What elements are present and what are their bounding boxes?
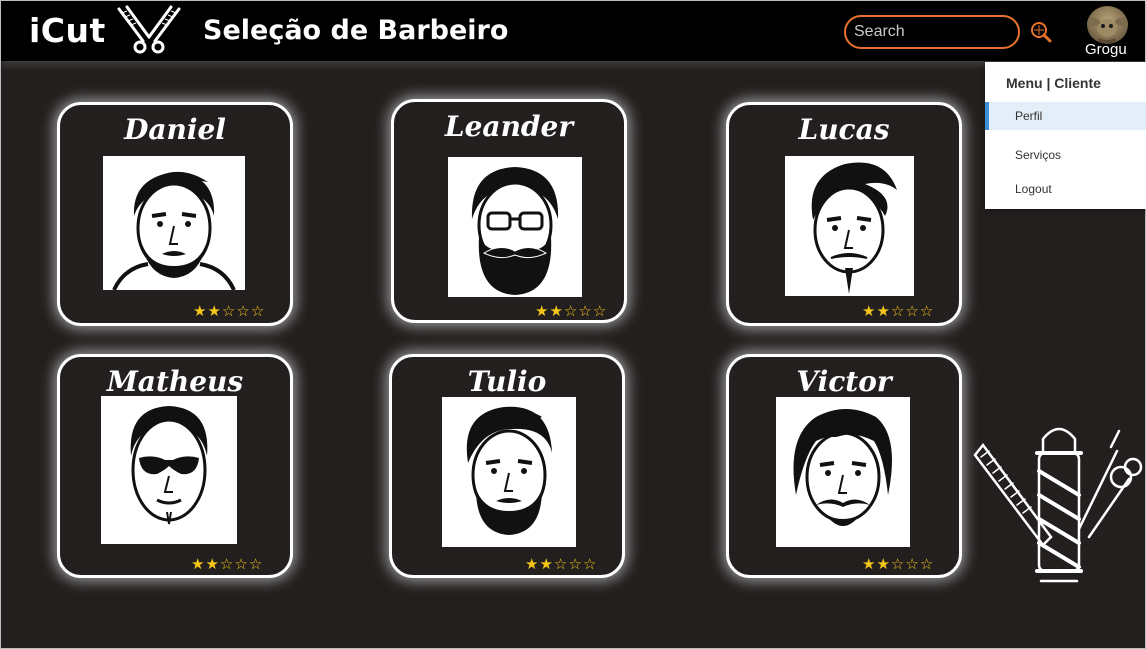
star-empty-icon: ☆ bbox=[248, 555, 264, 573]
star-filled-icon: ★ bbox=[191, 555, 206, 573]
star-empty-icon: ☆ bbox=[919, 555, 935, 573]
menu-item-servicos[interactable]: Serviços bbox=[985, 141, 1146, 169]
barber-name: Lucas bbox=[798, 113, 890, 146]
star-empty-icon: ☆ bbox=[919, 302, 935, 320]
star-empty-icon: ☆ bbox=[905, 302, 920, 320]
barber-name: Leander bbox=[444, 110, 574, 143]
rating-stars: ★★☆☆☆ bbox=[525, 555, 597, 573]
star-filled-icon: ★ bbox=[525, 555, 540, 573]
barber-card-lucas[interactable]: Lucas ★★☆☆☆ bbox=[726, 102, 962, 326]
barber-name: Matheus bbox=[106, 365, 244, 398]
rating-stars: ★★☆☆☆ bbox=[862, 555, 934, 573]
user-name[interactable]: Grogu bbox=[1085, 41, 1127, 58]
page-title: Seleção de Barbeiro bbox=[203, 15, 509, 46]
search-input[interactable] bbox=[844, 15, 1020, 49]
star-empty-icon: ☆ bbox=[568, 555, 583, 573]
rating-stars: ★★☆☆☆ bbox=[862, 302, 934, 320]
star-filled-icon: ★ bbox=[539, 555, 554, 573]
barber-card-victor[interactable]: Victor ★★☆☆☆ bbox=[726, 354, 962, 578]
barber-name: Daniel bbox=[124, 113, 226, 146]
barber-photo bbox=[785, 156, 914, 296]
barber-card-matheus[interactable]: Matheus ★★☆☆☆ bbox=[57, 354, 293, 578]
user-menu: Menu | Cliente Perfil Serviços Logout bbox=[985, 62, 1146, 209]
barber-photo bbox=[103, 156, 245, 290]
star-empty-icon: ☆ bbox=[553, 555, 569, 573]
star-filled-icon: ★ bbox=[205, 555, 220, 573]
star-filled-icon: ★ bbox=[876, 555, 891, 573]
star-empty-icon: ☆ bbox=[578, 302, 593, 320]
barber-card-daniel[interactable]: Daniel ★★☆☆☆ bbox=[57, 102, 293, 326]
barber-pole-icon bbox=[971, 419, 1146, 591]
star-filled-icon: ★ bbox=[549, 302, 564, 320]
star-empty-icon: ☆ bbox=[905, 555, 920, 573]
star-empty-icon: ☆ bbox=[250, 302, 266, 320]
search-icon[interactable] bbox=[1030, 21, 1052, 47]
barber-card-leander[interactable]: Leander ★★☆☆☆ bbox=[391, 99, 627, 323]
star-filled-icon: ★ bbox=[876, 302, 891, 320]
star-empty-icon: ☆ bbox=[890, 302, 906, 320]
star-empty-icon: ☆ bbox=[563, 302, 579, 320]
barber-name: Tulio bbox=[467, 365, 547, 398]
barber-photo bbox=[442, 397, 576, 547]
star-empty-icon: ☆ bbox=[219, 555, 235, 573]
rating-stars: ★★☆☆☆ bbox=[191, 555, 263, 573]
menu-item-logout[interactable]: Logout bbox=[985, 175, 1146, 203]
star-filled-icon: ★ bbox=[862, 555, 877, 573]
rating-stars: ★★☆☆☆ bbox=[535, 302, 607, 320]
top-bar: iCut Seleção de Barbeiro Search Grogu bbox=[1, 1, 1145, 61]
barber-card-tulio[interactable]: Tulio ★★☆☆☆ bbox=[389, 354, 625, 578]
menu-title: Menu | Cliente bbox=[1006, 75, 1101, 91]
app-logo[interactable]: iCut bbox=[29, 11, 106, 50]
star-empty-icon: ☆ bbox=[236, 302, 251, 320]
crossed-scissors-icon bbox=[113, 5, 185, 61]
star-empty-icon: ☆ bbox=[592, 302, 608, 320]
star-filled-icon: ★ bbox=[207, 302, 222, 320]
star-empty-icon: ☆ bbox=[221, 302, 237, 320]
barber-photo bbox=[448, 157, 582, 297]
star-filled-icon: ★ bbox=[862, 302, 877, 320]
star-empty-icon: ☆ bbox=[890, 555, 906, 573]
barber-photo bbox=[776, 397, 910, 547]
star-empty-icon: ☆ bbox=[234, 555, 249, 573]
star-filled-icon: ★ bbox=[535, 302, 550, 320]
menu-item-perfil[interactable]: Perfil bbox=[985, 102, 1146, 130]
rating-stars: ★★☆☆☆ bbox=[193, 302, 265, 320]
star-empty-icon: ☆ bbox=[582, 555, 598, 573]
user-avatar[interactable] bbox=[1087, 6, 1128, 44]
star-filled-icon: ★ bbox=[193, 302, 208, 320]
barber-name: Victor bbox=[796, 365, 892, 398]
barber-photo bbox=[101, 396, 237, 544]
